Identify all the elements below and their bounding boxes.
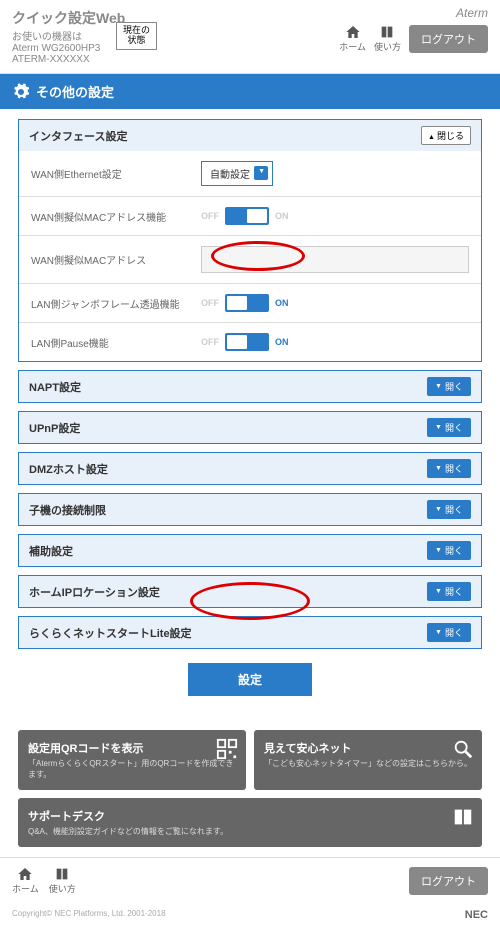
support-card[interactable]: サポートデスク Q&A、機能別設定ガイドなどの情報をご覧になれます。 (18, 798, 482, 847)
lan-jumbo-toggle[interactable]: OFF ON (201, 294, 289, 312)
qr-icon (216, 738, 238, 760)
status-button[interactable]: 現在の 状態 (116, 22, 157, 50)
wan-eth-select[interactable]: 自動設定 (201, 161, 273, 186)
nec-logo: NEC (465, 909, 488, 921)
interface-panel-header[interactable]: インタフェース設定 閉じる (19, 120, 481, 151)
device-id: ATERM-XXXXXX (12, 54, 488, 65)
row-lan-pause: LAN側Pause機能 OFF ON (19, 323, 481, 361)
open-button[interactable]: 開く (427, 623, 471, 642)
row-lan-jumbo: LAN側ジャンボフレーム透過機能 OFF ON (19, 284, 481, 323)
interface-panel: インタフェース設定 閉じる WAN側Ethernet設定 自動設定 WAN側擬似… (18, 119, 482, 362)
open-button[interactable]: 開く (427, 459, 471, 478)
home-icon-bottom[interactable]: ホーム (12, 866, 39, 895)
lan-pause-toggle[interactable]: OFF ON (201, 333, 289, 351)
logout-button-bottom[interactable]: ログアウト (409, 867, 488, 895)
wan-mac-input[interactable] (201, 246, 469, 273)
open-button[interactable]: 開く (427, 500, 471, 519)
book-icon (452, 806, 474, 828)
qr-card[interactable]: 設定用QRコードを表示 「AtermらくらくQRスタート」用のQRコードを作成で… (18, 730, 246, 790)
logout-button[interactable]: ログアウト (409, 25, 488, 53)
section-header: その他の設定 (0, 74, 500, 109)
section-title: その他の設定 (36, 82, 114, 101)
row-wan-ethernet: WAN側Ethernet設定 自動設定 (19, 151, 481, 197)
gear-icon (12, 83, 30, 101)
guide-icon[interactable]: 使い方 (374, 24, 401, 53)
panel-client-limit[interactable]: 子機の接続制限開く (18, 493, 482, 526)
panel-title: インタフェース設定 (29, 128, 127, 144)
row-wan-mac-func: WAN側擬似MACアドレス機能 OFF ON (19, 197, 481, 236)
topbar: クイック設定Web お使いの機器は Aterm WG2600HP3 ATERM-… (0, 0, 500, 74)
panel-upnp[interactable]: UPnP設定開く (18, 411, 482, 444)
panel-napt[interactable]: NAPT設定開く (18, 370, 482, 403)
copyright: Copyright© NEC Platforms, Ltd. 2001-2018 (12, 909, 166, 921)
guide-icon-bottom[interactable]: 使い方 (49, 866, 76, 895)
panel-dmz[interactable]: DMZホスト設定開く (18, 452, 482, 485)
magnifier-icon (452, 738, 474, 760)
open-button[interactable]: 開く (427, 418, 471, 437)
wan-mac-toggle[interactable]: OFF ON (201, 207, 289, 225)
panel-aux[interactable]: 補助設定開く (18, 534, 482, 567)
panel-close-button[interactable]: 閉じる (421, 126, 471, 145)
safe-net-card[interactable]: 見えて安心ネット 「こども安心ネットタイマー」などの設定はこちらから。 (254, 730, 482, 790)
home-icon[interactable]: ホーム (339, 24, 366, 53)
open-button[interactable]: 開く (427, 582, 471, 601)
panel-home-ip[interactable]: ホームIPロケーション設定開く (18, 575, 482, 608)
row-wan-mac-addr: WAN側擬似MACアドレス (19, 236, 481, 284)
panel-easy-start[interactable]: らくらくネットスタートLite設定開く (18, 616, 482, 649)
brand-logo: Aterm (456, 6, 488, 20)
open-button[interactable]: 開く (427, 541, 471, 560)
apply-button[interactable]: 設定 (188, 663, 312, 696)
open-button[interactable]: 開く (427, 377, 471, 396)
